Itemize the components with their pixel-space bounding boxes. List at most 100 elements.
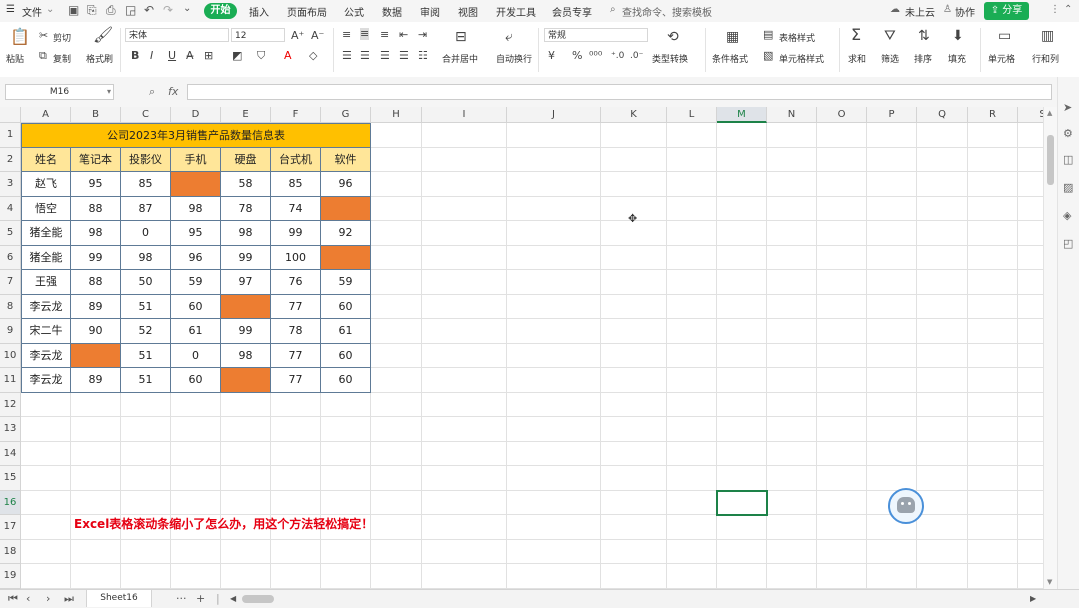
share-button[interactable]: ⇪ 分享	[984, 2, 1029, 20]
table-cell[interactable]: 96	[171, 245, 221, 270]
image-icon[interactable]: ▨	[1063, 181, 1073, 194]
export-icon[interactable]: ⎘	[87, 3, 97, 18]
tab-formula[interactable]: 公式	[344, 4, 364, 19]
column-header[interactable]: I	[422, 107, 507, 123]
table-cell[interactable]: 58	[221, 172, 271, 197]
filter-button[interactable]: 筛选	[881, 52, 899, 65]
font-shrink-icon[interactable]: A⁻	[311, 30, 324, 42]
currency-icon[interactable]: ¥	[548, 50, 555, 62]
paste-icon[interactable]: 📋	[10, 29, 30, 45]
table-title[interactable]: 公司2023年3月销售产品数量信息表	[21, 123, 371, 148]
row-header[interactable]: 10	[0, 343, 21, 368]
table-header-cell[interactable]: 硬盘	[221, 147, 271, 172]
align-right-icon[interactable]: ☰	[380, 50, 390, 62]
name-box[interactable]: M16	[5, 84, 114, 100]
tab-member[interactable]: 会员专享	[552, 4, 592, 19]
tab-home[interactable]: 开始	[204, 3, 237, 19]
table-cell[interactable]: 李云龙	[21, 294, 71, 319]
column-header[interactable]: P	[867, 107, 917, 123]
table-cell[interactable]: 52	[121, 319, 171, 344]
scroll-right-icon[interactable]: ▶	[1030, 594, 1036, 603]
column-header[interactable]: J	[507, 107, 601, 123]
table-cell[interactable]: 0	[121, 221, 171, 246]
zoom-icon[interactable]: ⌕	[149, 85, 155, 99]
collapse-icon[interactable]: ⌃	[1064, 4, 1072, 15]
paint-bucket-icon[interactable]: ⛉	[257, 50, 265, 62]
table-header-cell[interactable]: 软件	[321, 147, 371, 172]
tab-page-layout[interactable]: 页面布局	[287, 4, 327, 19]
fill-color-icon[interactable]: ◩	[232, 50, 242, 62]
sum-icon[interactable]: Σ	[851, 27, 861, 43]
fx-icon[interactable]: fx	[168, 85, 178, 98]
table-cell[interactable]: 76	[271, 270, 321, 295]
row-header[interactable]: 2	[0, 147, 21, 172]
table-cell[interactable]	[71, 343, 121, 368]
format-painter-button[interactable]: 格式刷	[86, 52, 113, 65]
copy-button[interactable]: 复制	[53, 52, 71, 65]
table-cell[interactable]: 猪全能	[21, 221, 71, 246]
column-header[interactable]: E	[221, 107, 271, 123]
chevron-down-icon[interactable]: ⌄	[46, 4, 54, 15]
row-col-button[interactable]: 行和列	[1032, 52, 1059, 65]
wrap-text-button[interactable]: 自动换行	[496, 52, 532, 65]
table-cell[interactable]: 李云龙	[21, 368, 71, 393]
table-cell[interactable]: 77	[271, 368, 321, 393]
table-cell[interactable]: 猪全能	[21, 245, 71, 270]
justify-icon[interactable]: ☰	[399, 50, 409, 62]
add-sheet-icon[interactable]: +	[196, 592, 205, 605]
table-cell[interactable]: 98	[121, 245, 171, 270]
row-col-icon[interactable]: ▥	[1041, 29, 1054, 43]
scroll-up-icon[interactable]: ▲	[1047, 109, 1052, 117]
align-top-icon[interactable]: ≡	[342, 29, 351, 41]
table-cell[interactable]: 88	[71, 196, 121, 221]
table-cell[interactable]: 85	[121, 172, 171, 197]
table-cell[interactable]: 92	[321, 221, 371, 246]
table-cell[interactable]: 51	[121, 368, 171, 393]
table-cell[interactable]: 89	[71, 294, 121, 319]
column-header[interactable]: R	[968, 107, 1018, 123]
scroll-down-icon[interactable]: ▼	[1047, 578, 1052, 586]
table-cell[interactable]: 78	[271, 319, 321, 344]
table-cell[interactable]: 85	[271, 172, 321, 197]
command-search[interactable]: 查找命令、搜索模板	[622, 4, 712, 19]
copy-icon[interactable]: ⧉	[39, 50, 47, 62]
file-menu[interactable]: 文件	[22, 4, 42, 19]
table-cell[interactable]: 0	[171, 343, 221, 368]
print-icon[interactable]: ⎙	[106, 3, 116, 18]
column-header[interactable]: K	[601, 107, 667, 123]
undo-icon[interactable]: ↶	[144, 3, 154, 17]
fill-button[interactable]: 填充	[948, 52, 966, 65]
cell-style-button[interactable]: 单元格样式	[779, 52, 824, 65]
table-cell[interactable]: 90	[71, 319, 121, 344]
cell-style-icon[interactable]: ▧	[763, 50, 773, 62]
pointer-icon[interactable]: ➤	[1063, 101, 1072, 114]
table-cell[interactable]: 97	[221, 270, 271, 295]
table-cell[interactable]: 59	[171, 270, 221, 295]
merge-center-button[interactable]: 合并居中	[442, 52, 478, 65]
bold-icon[interactable]: B	[131, 50, 139, 62]
percent-icon[interactable]: %	[572, 50, 582, 62]
collab-button[interactable]: 协作	[955, 4, 975, 19]
table-cell[interactable]	[321, 245, 371, 270]
table-cell[interactable]: 98	[171, 196, 221, 221]
number-format-select[interactable]: 常规	[544, 28, 648, 42]
table-cell[interactable]: 78	[221, 196, 271, 221]
strikethrough-icon[interactable]: A̶	[186, 50, 194, 62]
align-middle-icon[interactable]: ≡	[360, 28, 370, 40]
row-header[interactable]: 7	[0, 270, 21, 295]
preview-icon[interactable]: ◲	[125, 3, 136, 17]
shapes-icon[interactable]: ◫	[1063, 153, 1073, 166]
table-cell[interactable]: 95	[71, 172, 121, 197]
cloud-status[interactable]: 未上云	[905, 4, 935, 19]
table-cell[interactable]: 98	[71, 221, 121, 246]
tab-review[interactable]: 审阅	[420, 4, 440, 19]
brush-icon[interactable]: 🖌	[93, 27, 113, 43]
column-header[interactable]: N	[767, 107, 817, 123]
table-cell[interactable]: 50	[121, 270, 171, 295]
row-header[interactable]: 5	[0, 221, 21, 246]
table-cell[interactable]: 60	[321, 368, 371, 393]
underline-icon[interactable]: U	[168, 50, 176, 62]
table-cell[interactable]	[171, 172, 221, 197]
tab-insert[interactable]: 插入	[249, 4, 269, 19]
table-header-cell[interactable]: 笔记本	[71, 147, 121, 172]
